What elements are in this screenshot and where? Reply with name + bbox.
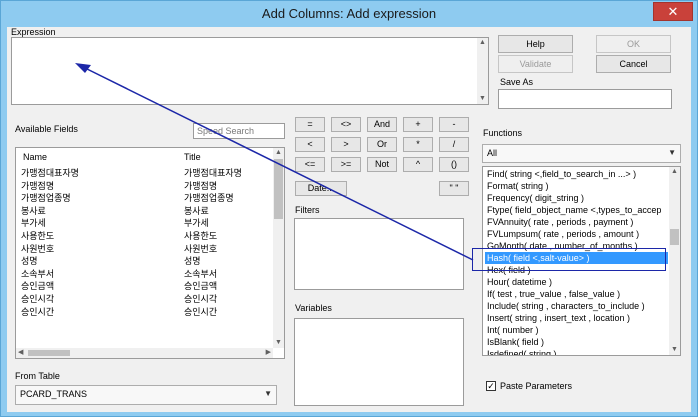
add-columns-dialog: Add Columns: Add expression ✕ Expression… xyxy=(0,0,698,417)
arrow-head xyxy=(75,63,91,73)
annotation-arrow xyxy=(75,63,474,261)
arrow-line xyxy=(82,66,474,261)
